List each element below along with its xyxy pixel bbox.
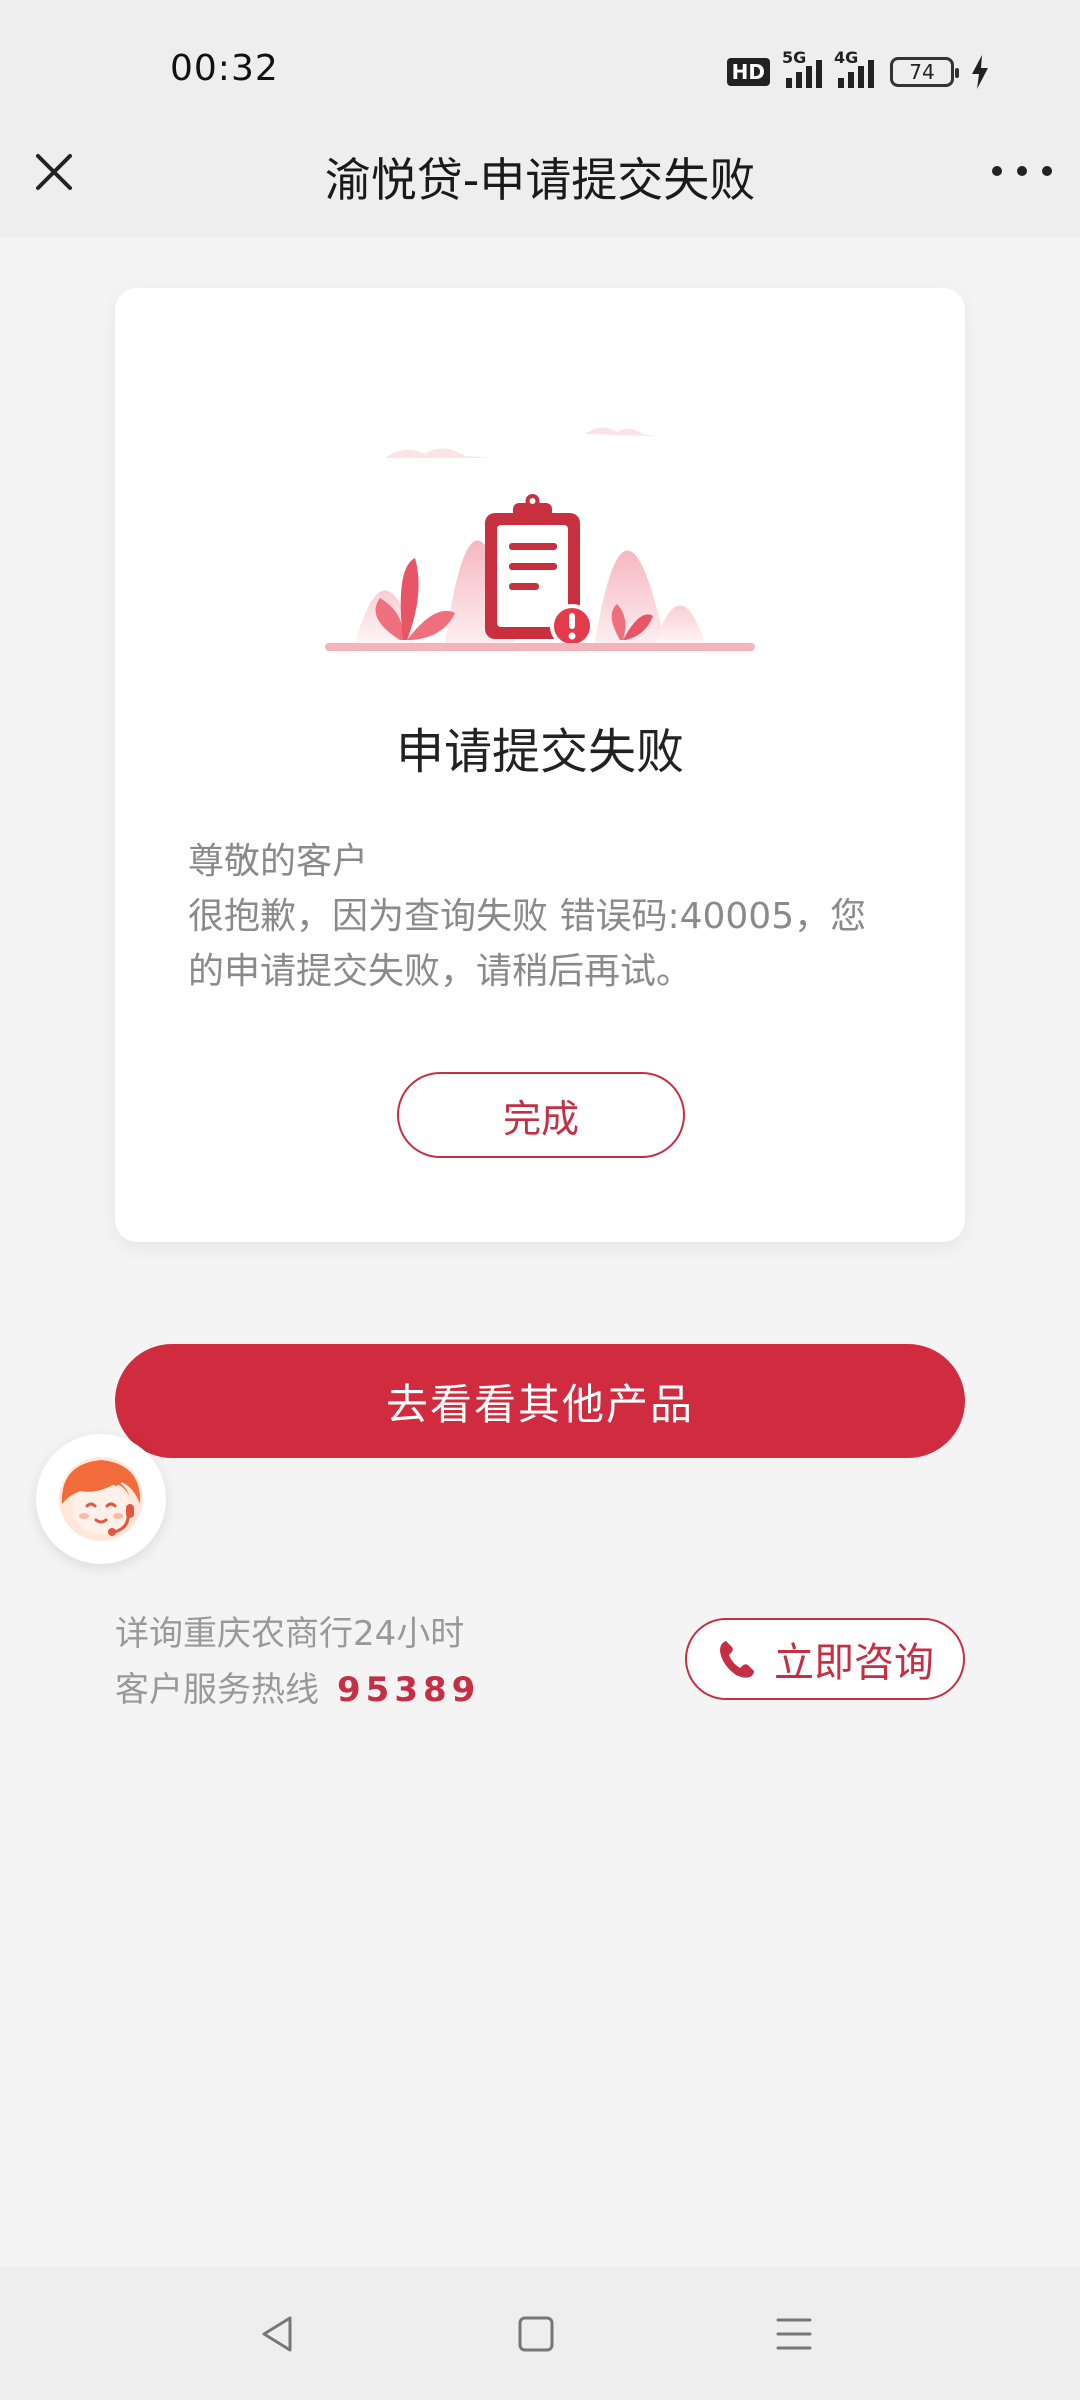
signal-4g-icon: 4G [834,48,874,88]
more-icon[interactable] [992,156,1052,186]
customer-service-float-button[interactable] [36,1434,166,1564]
greeting-text: 尊敬的客户 [188,841,369,882]
back-icon[interactable] [254,2310,302,2358]
hotline-line-1: 详询重庆农商行24小时 [115,1614,465,1654]
menu-icon[interactable] [770,2310,818,2358]
error-detail-text: 很抱歉，因为查询失败 错误码:40005，您的申请提交失败，请稍后再试。 [188,896,867,992]
page-title: 渝悦贷-申请提交失败 [324,153,756,207]
phone-icon [720,1641,754,1678]
battery-level: 74 [909,60,935,84]
result-card: 申请提交失败 尊敬的客户 很抱歉，因为查询失败 错误码:40005，您的申请提交… [115,288,965,1242]
battery-icon: 74 [890,57,959,87]
hotline-number[interactable]: 95389 [337,1670,480,1710]
nav-bar: 渝悦贷-申请提交失败 [0,110,1080,238]
submit-failed-illustration [325,427,755,651]
status-time: 00:32 [170,48,279,89]
result-title: 申请提交失败 [395,724,684,780]
status-icons: HD 5G 4G 74 [726,48,990,92]
view-other-products-button[interactable]: 去看看其他产品 [115,1344,965,1458]
home-icon[interactable] [512,2310,560,2358]
error-message: 尊敬的客户 很抱歉，因为查询失败 错误码:40005，您的申请提交失败，请稍后再… [188,834,895,999]
hotline-line-2: 客户服务热线 95389 [115,1670,481,1710]
hd-badge: HD [726,58,770,86]
done-button[interactable]: 完成 [397,1072,685,1158]
system-nav-bar [0,2266,1080,2400]
charging-icon [972,55,988,89]
signal-5g-icon: 5G [782,48,822,88]
consult-now-button[interactable]: 立即咨询 [685,1618,965,1700]
consult-now-label: 立即咨询 [774,1640,934,1686]
customer-service-icon [59,1457,143,1541]
hotline-info: 详询重庆农商行24小时 客户服务热线 95389 [115,1606,480,1718]
